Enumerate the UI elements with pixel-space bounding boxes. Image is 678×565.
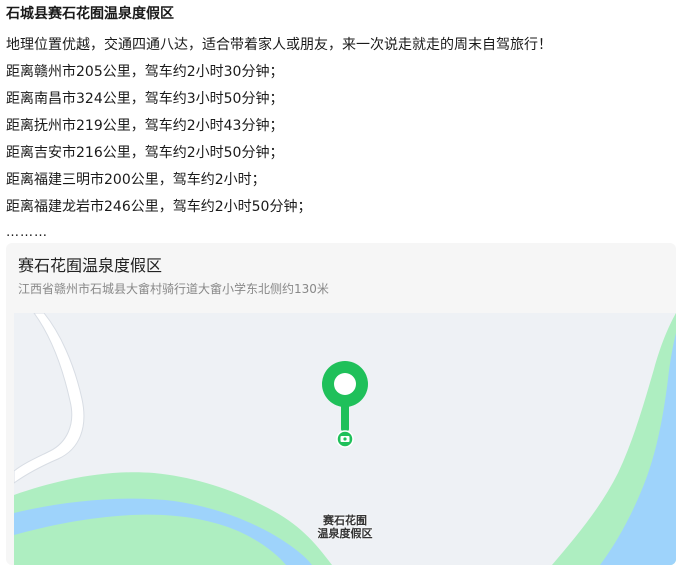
poi-label: 赛石花囿 温泉度假区: [310, 514, 380, 540]
location-map-card[interactable]: 赛石花囿温泉度假区 江西省赣州市石城县大畲村骑行道大畲小学东北侧约130米 赛石…: [6, 243, 676, 565]
camera-icon: [336, 430, 354, 448]
map-view[interactable]: 赛石花囿 温泉度假区: [14, 313, 676, 565]
article-headline: 石城县赛石花囿温泉度假区: [6, 6, 174, 22]
article-body: 石城县赛石花囿温泉度假区 地理位置优越，交通四通八达，适合带着家人或朋友，来一次…: [6, 0, 674, 241]
distance-line-jian: 距离吉安市216公里，驾车约2小时50分钟；: [6, 145, 284, 161]
ellipsis-text: ………: [6, 225, 48, 240]
distance-line-sanming: 距离福建三明市200公里，驾车约2小时；: [6, 172, 266, 188]
distance-line-ganzhou: 距离赣州市205公里，驾车约2小时30分钟；: [6, 64, 284, 80]
location-title: 赛石花囿温泉度假区: [18, 256, 163, 275]
location-address: 江西省赣州市石城县大畲村骑行道大畲小学东北侧约130米: [18, 282, 329, 296]
poi-label-line1: 赛石花囿: [323, 514, 367, 527]
distance-line-nanchang: 距离南昌市324公里，驾车约3小时50分钟；: [6, 91, 284, 107]
distance-line-fuzhou: 距离抚州市219公里，驾车约2小时43分钟；: [6, 118, 284, 134]
poi-label-line2: 温泉度假区: [317, 527, 373, 540]
intro-paragraph: 地理位置优越，交通四通八达，适合带着家人或朋友，来一次说走就走的周末自驾旅行！: [6, 37, 552, 53]
map-road: [14, 313, 85, 484]
distance-line-longyan: 距离福建龙岩市246公里，驾车约2小时50分钟；: [6, 199, 312, 215]
